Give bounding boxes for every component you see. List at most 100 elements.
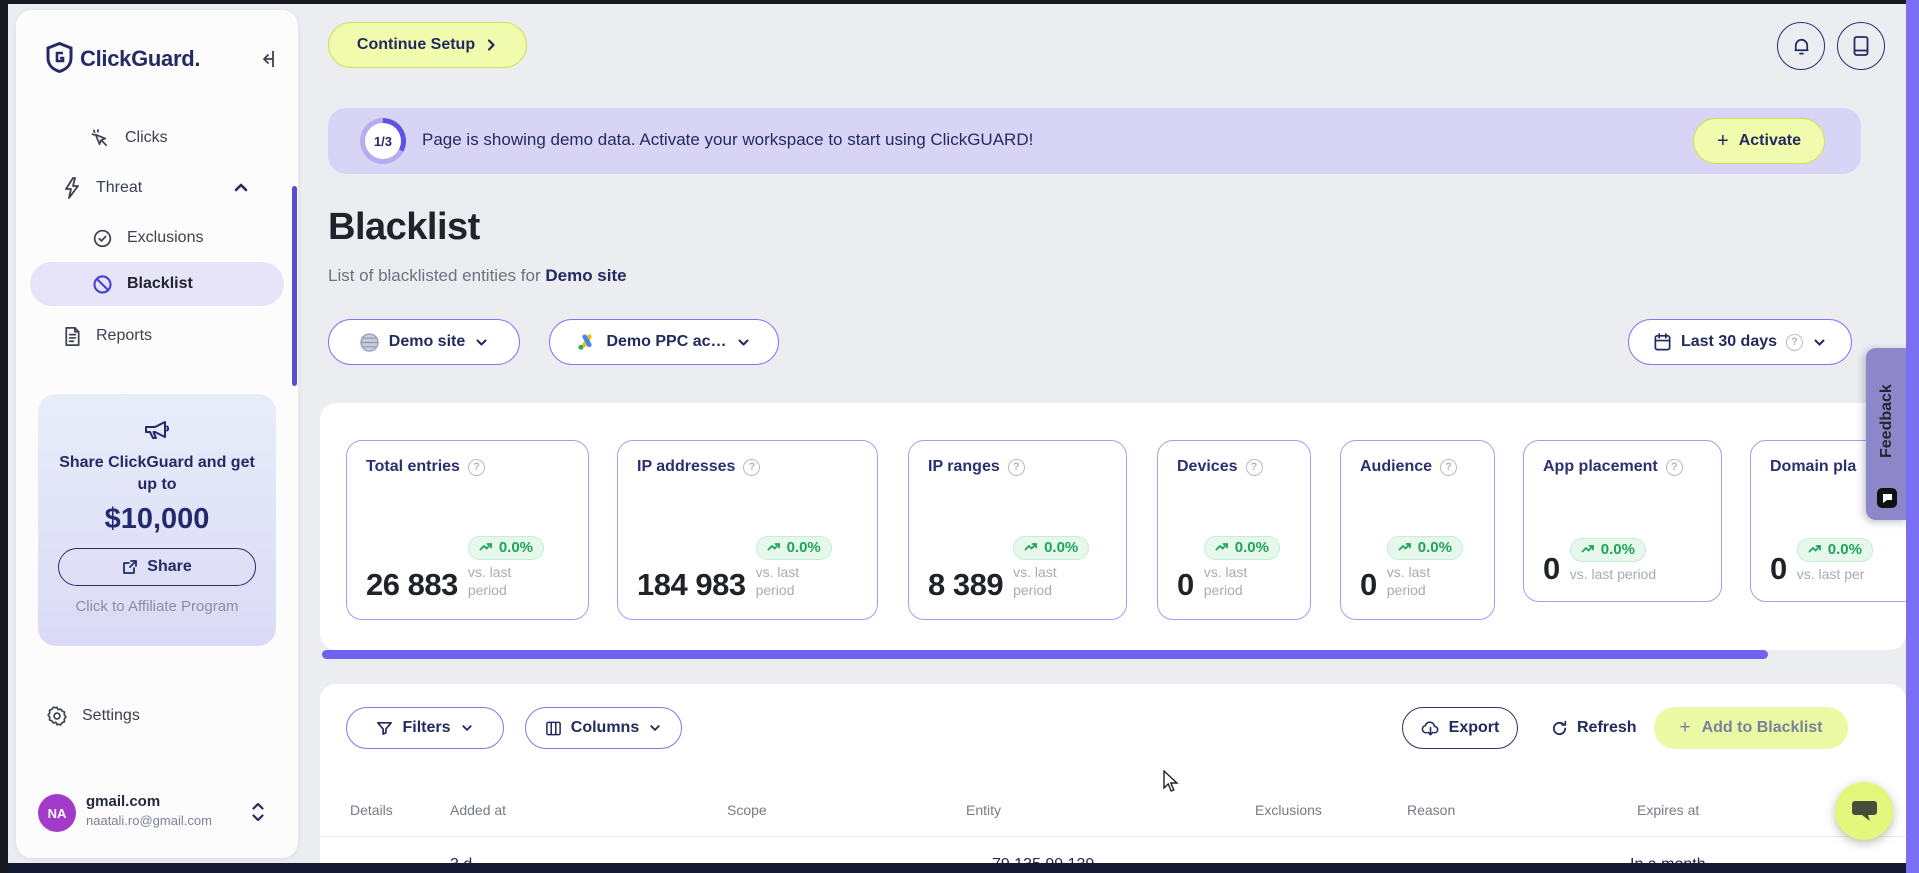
trend-up-icon <box>1024 543 1037 551</box>
stat-delta: 0.0% <box>1600 540 1635 558</box>
sidebar-item-threat[interactable]: Threat <box>62 168 272 208</box>
chat-bubble-icon <box>1851 799 1878 823</box>
sidebar-item-exclusions[interactable]: Exclusions <box>92 218 272 258</box>
mouse-cursor <box>1160 770 1182 794</box>
sidebar-item-label: Exclusions <box>127 229 204 246</box>
stat-delta: 0.0% <box>1044 539 1079 556</box>
stat-card-app-placement: App placement? 0 0.0% vs. last period <box>1523 440 1722 602</box>
column-header-scope[interactable]: Scope <box>727 802 767 818</box>
sidebar-item-reports[interactable]: Reports <box>62 316 272 356</box>
badge-check-icon <box>92 228 113 249</box>
column-header-details[interactable]: Details <box>350 802 393 818</box>
usersnap-icon <box>1877 488 1897 508</box>
stat-value: 0 <box>1360 566 1377 602</box>
stat-label: IP addresses <box>637 458 736 475</box>
filters-button[interactable]: Filters <box>346 707 504 749</box>
promo-caption: Click to Affiliate Program <box>75 598 239 616</box>
blocked-icon <box>92 274 113 295</box>
ppc-account-selector[interactable]: Demo PPC ac… <box>549 319 779 365</box>
window-edge-bottom <box>8 863 1906 873</box>
chevron-down-icon <box>1812 335 1827 350</box>
google-ads-icon <box>577 333 597 351</box>
column-header-reason[interactable]: Reason <box>1407 802 1455 818</box>
setup-progress-ring: 1/3 <box>360 118 406 164</box>
activate-label: Activate <box>1738 132 1801 149</box>
help-icon: ? <box>1245 458 1263 476</box>
clickguard-logo-icon <box>46 42 73 73</box>
stat-card-total-entries: Total entries? 26 883 0.0% vs. last peri… <box>346 440 589 620</box>
date-range-selector[interactable]: Last 30 days ? <box>1628 319 1852 365</box>
gear-icon <box>46 705 68 727</box>
help-icon: ? <box>1665 458 1683 476</box>
stat-value: 0 <box>1770 550 1787 586</box>
stat-caption: vs. last period <box>755 564 800 598</box>
account-switcher[interactable]: NA gmail.com naatali.ro@gmail.com <box>16 790 298 846</box>
vertical-scrollbar[interactable] <box>1906 0 1919 873</box>
notifications-button[interactable] <box>1777 22 1825 70</box>
avatar: NA <box>38 794 76 832</box>
affiliate-promo-card[interactable]: Share ClickGuard and get up to $10,000 S… <box>38 394 276 646</box>
sidebar-item-label: Settings <box>82 707 140 724</box>
stat-delta: 0.0% <box>786 539 821 556</box>
sidebar-item-label: Threat <box>96 179 143 196</box>
feedback-label: Feedback <box>1878 384 1895 458</box>
bell-icon <box>1791 35 1812 57</box>
activate-button[interactable]: + Activate <box>1693 118 1825 164</box>
threat-icon <box>62 177 82 199</box>
cell-entity: 79.135.99.139 <box>992 856 1094 863</box>
plus-icon: + <box>1679 717 1691 738</box>
columns-label: Columns <box>570 719 640 736</box>
trend-up-icon <box>1808 544 1821 552</box>
calendar-icon <box>1653 332 1672 352</box>
window-edge-left <box>0 0 8 873</box>
continue-setup-button[interactable]: Continue Setup <box>328 22 527 68</box>
export-button[interactable]: Export <box>1402 707 1518 749</box>
trend-up-icon <box>1398 543 1411 551</box>
filters-label: Filters <box>402 719 451 736</box>
share-button[interactable]: Share <box>58 548 256 587</box>
site-selector[interactable]: Demo site <box>328 319 520 365</box>
stat-value: 0 <box>1177 566 1194 602</box>
chevron-down-icon <box>648 721 662 735</box>
horizontal-scrollbar[interactable] <box>322 650 1768 659</box>
add-to-blacklist-button[interactable]: + Add to Blacklist <box>1654 707 1848 749</box>
sidebar-item-blacklist[interactable]: Blacklist <box>30 262 284 306</box>
refresh-icon <box>1551 720 1568 737</box>
help-icon: ? <box>1786 333 1804 351</box>
book-icon <box>1852 35 1870 57</box>
stats-panel: Total entries? 26 883 0.0% vs. last peri… <box>320 403 1906 650</box>
column-header-expires-at[interactable]: Expires at <box>1637 802 1699 818</box>
help-icon: ? <box>467 458 485 476</box>
docs-button[interactable] <box>1837 22 1885 70</box>
sidebar-item-settings[interactable]: Settings <box>46 696 246 736</box>
stat-caption: vs. last period <box>467 564 512 598</box>
promo-amount: $10,000 <box>104 503 210 536</box>
sidebar-collapse-icon[interactable] <box>258 48 280 70</box>
columns-icon <box>545 720 562 737</box>
blacklist-table-card: Filters Columns Export Refresh + Add to … <box>320 684 1906 863</box>
column-header-exclusions[interactable]: Exclusions <box>1255 802 1322 818</box>
page-subtitle: List of blacklisted entities for Demo si… <box>328 266 627 286</box>
demo-data-banner: 1/3 Page is showing demo data. Activate … <box>328 108 1861 174</box>
logo-text: ClickGuard. <box>80 46 201 71</box>
column-header-added-at[interactable]: Added at <box>450 802 506 818</box>
document-icon <box>62 326 82 347</box>
sidebar-item-clicks[interactable]: Clicks <box>90 118 280 158</box>
stat-delta: 0.0% <box>498 539 534 556</box>
stat-delta: 0.0% <box>1417 539 1452 556</box>
cell-expires-at: In a month <box>1630 856 1706 863</box>
column-header-entity[interactable]: Entity <box>966 802 1001 818</box>
stat-caption: vs. last per <box>1796 565 1865 582</box>
chat-launcher-button[interactable] <box>1835 782 1893 840</box>
external-link-icon <box>122 559 138 575</box>
refresh-button[interactable]: Refresh <box>1551 707 1637 749</box>
columns-button[interactable]: Columns <box>525 707 682 749</box>
setup-progress-step: 1/3 <box>365 123 401 159</box>
globe-icon <box>359 332 380 353</box>
feedback-tab[interactable]: Feedback <box>1866 348 1906 520</box>
sidebar-scrollbar[interactable] <box>292 186 297 386</box>
stat-card-audience: Audience? 0 0.0% vs. last period <box>1340 440 1495 620</box>
stat-caption: vs. last period <box>1013 564 1057 598</box>
clicks-icon <box>90 128 111 149</box>
help-icon: ? <box>1007 458 1025 476</box>
